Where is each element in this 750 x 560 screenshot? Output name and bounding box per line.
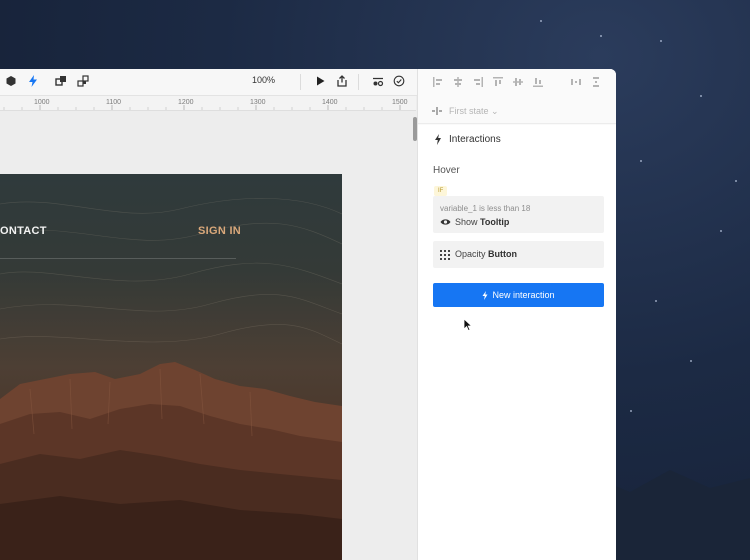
mouse-cursor-icon <box>463 318 473 332</box>
condition-action: Show Tooltip <box>455 217 509 227</box>
opacity-grid-icon <box>440 250 450 260</box>
components-icon[interactable] <box>76 74 90 88</box>
condition-interaction-card[interactable]: variable_1 is less than 18 Show Tooltip <box>433 196 604 233</box>
action-verb: Show <box>455 217 478 227</box>
ruler-label: 1400 <box>322 99 338 106</box>
if-badge: IF <box>434 186 448 196</box>
layers-icon[interactable] <box>54 74 68 88</box>
opacity-interaction-card[interactable]: Opacity Button <box>433 241 604 268</box>
editor-window: 100% 1000 1100 1200 1300 1400 1500 ONTAC… <box>0 69 616 560</box>
share-icon[interactable] <box>335 74 349 88</box>
ruler-label: 1500 <box>392 99 408 106</box>
bolt-icon <box>435 134 441 145</box>
interactions-list: Hover IF variable_1 is less than 18 Show… <box>418 155 616 560</box>
interactions-title: Interactions <box>449 134 501 145</box>
artboard-frame[interactable]: ONTACT SIGN IN <box>0 174 342 560</box>
toolbar-divider <box>300 74 301 90</box>
distribute-horizontal-icon[interactable] <box>570 76 582 88</box>
check-circle-icon[interactable] <box>392 74 406 88</box>
eye-icon <box>440 219 451 225</box>
distribute-vertical-icon[interactable] <box>590 76 602 88</box>
opacity-action: Opacity Button <box>455 249 517 259</box>
new-interaction-button[interactable]: New interaction <box>433 283 604 307</box>
new-interaction-label: New interaction <box>492 290 555 300</box>
zoom-level[interactable]: 100% <box>252 75 275 85</box>
hexagon-icon[interactable] <box>4 74 18 88</box>
condition-text: variable_1 is less than 18 <box>440 204 531 213</box>
toolbar-divider <box>358 74 359 90</box>
state-selector[interactable]: First state ⌄ <box>418 99 616 124</box>
bolt-icon[interactable] <box>26 74 40 88</box>
action-target: Tooltip <box>480 217 510 227</box>
state-icon <box>432 107 442 115</box>
opacity-target: Button <box>488 249 518 259</box>
ruler-label: 1000 <box>34 99 50 106</box>
trigger-label: Hover <box>433 165 460 176</box>
mountain-image <box>0 362 342 560</box>
align-right-icon[interactable] <box>472 76 484 88</box>
ruler-label: 1100 <box>106 99 122 106</box>
ruler-label: 1300 <box>250 99 266 106</box>
align-top-icon[interactable] <box>492 76 504 88</box>
inspector-panel: First state ⌄ Interactions Hover IF vari… <box>417 69 616 560</box>
align-center-icon[interactable] <box>452 76 464 88</box>
play-icon[interactable] <box>313 74 327 88</box>
ruler-ticks <box>3 105 401 110</box>
state-label: First state ⌄ <box>449 106 499 116</box>
interactions-header: Interactions <box>418 125 616 156</box>
settings-icon[interactable] <box>371 74 385 88</box>
bolt-icon <box>482 290 488 300</box>
align-bottom-icon[interactable] <box>532 76 544 88</box>
ruler-label: 1200 <box>178 99 194 106</box>
align-middle-icon[interactable] <box>512 76 524 88</box>
align-left-icon[interactable] <box>432 76 444 88</box>
panel-toolbar <box>418 69 616 95</box>
horizontal-ruler: 1000 1100 1200 1300 1400 1500 <box>0 96 416 111</box>
opacity-verb: Opacity <box>455 249 486 259</box>
